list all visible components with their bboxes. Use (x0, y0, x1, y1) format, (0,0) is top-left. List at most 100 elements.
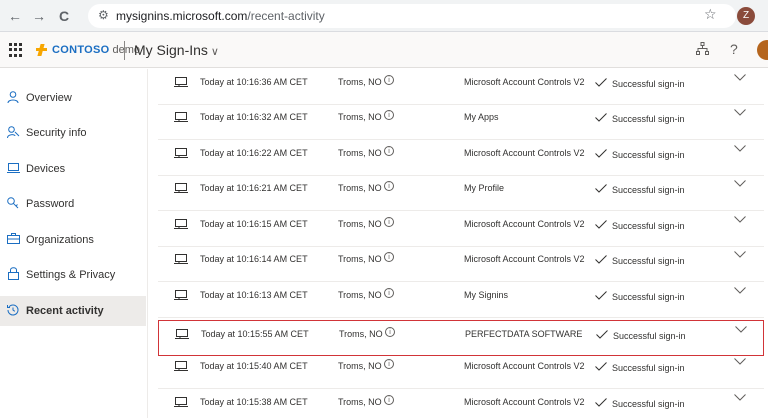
checkmark-icon (595, 184, 607, 193)
activity-app: Microsoft Account Controls V2 (464, 361, 585, 371)
back-button[interactable]: ← (6, 7, 24, 25)
checkmark-icon (595, 291, 607, 300)
recent-activity-list: Today at 10:16:36 AM CET Troms, NO i Micros… (158, 69, 764, 418)
app-title: My Sign-Ins (134, 42, 208, 58)
info-icon[interactable]: i (385, 327, 395, 337)
forward-button[interactable]: → (30, 7, 48, 25)
contoso-logo-mark-icon (36, 43, 48, 57)
expand-chevron-icon[interactable] (734, 393, 746, 401)
activity-location: Troms, NO (338, 254, 382, 264)
activity-app: Microsoft Account Controls V2 (464, 219, 585, 229)
app-header: CONTOSO demo My Sign-Ins ∨ ? (0, 32, 768, 68)
expand-chevron-icon[interactable] (734, 144, 746, 152)
info-icon[interactable]: i (384, 252, 394, 262)
info-icon[interactable]: i (384, 110, 394, 120)
lock-icon (6, 267, 20, 283)
activity-row[interactable]: Today at 10:16:13 AM CET Troms, NO i My Sig… (158, 282, 764, 318)
sidebar-item-recent-activity[interactable]: Recent activity (0, 296, 146, 326)
device-icon (174, 148, 188, 158)
info-icon[interactable]: i (384, 217, 394, 227)
device-icon (174, 183, 188, 193)
expand-chevron-icon[interactable] (734, 357, 746, 365)
browser-toolbar: ← → C ⚙ mysignins.microsoft.com/recent-a… (0, 0, 768, 32)
activity-row[interactable]: Today at 10:16:32 AM CET Troms, NO i My App… (158, 104, 764, 140)
url-text: mysignins.microsoft.com/recent-activity (116, 9, 325, 23)
key-icon (6, 196, 20, 212)
app-title-dropdown[interactable]: My Sign-Ins ∨ (134, 42, 219, 58)
sidebar-item-devices[interactable]: Devices (0, 154, 146, 184)
info-icon[interactable]: i (384, 146, 394, 156)
activity-row[interactable]: Today at 10:15:40 AM CET Troms, NO i Micros… (158, 353, 764, 389)
activity-location: Troms, NO (338, 361, 382, 371)
sidebar-item-settings-privacy[interactable]: Settings & Privacy (0, 260, 146, 290)
activity-result: Successful sign-in (612, 79, 685, 89)
activity-location: Troms, NO (339, 329, 383, 339)
activity-time: Today at 10:15:38 AM CET (200, 397, 308, 407)
header-divider (124, 41, 125, 60)
activity-row[interactable]: Today at 10:15:55 AM CET Troms, NO i PERFEC… (158, 320, 764, 356)
activity-location: Troms, NO (338, 112, 382, 122)
checkmark-icon (595, 398, 607, 407)
activity-result: Successful sign-in (612, 399, 685, 409)
activity-location: Troms, NO (338, 148, 382, 158)
expand-chevron-icon[interactable] (734, 73, 746, 81)
info-icon[interactable]: i (384, 288, 394, 298)
activity-app: Microsoft Account Controls V2 (464, 77, 585, 87)
sidebar-item-overview[interactable]: Overview (0, 83, 146, 113)
activity-row[interactable]: Today at 10:16:14 AM CET Troms, NO i Micros… (158, 246, 764, 282)
expand-chevron-icon[interactable] (734, 215, 746, 223)
info-icon[interactable]: i (384, 395, 394, 405)
activity-result: Successful sign-in (612, 256, 685, 266)
activity-row[interactable]: Today at 10:15:38 AM CET Troms, NO i Micros… (158, 389, 764, 418)
device-icon (174, 254, 188, 264)
info-icon[interactable]: i (384, 181, 394, 191)
reload-button[interactable]: C (55, 7, 73, 25)
sidebar-item-password[interactable]: Password (0, 189, 146, 219)
checkmark-icon (595, 255, 607, 264)
device-icon (174, 290, 188, 300)
sidebar-item-organizations[interactable]: Organizations (0, 225, 146, 255)
activity-app: Microsoft Account Controls V2 (464, 254, 585, 264)
checkmark-icon (595, 78, 607, 87)
checkmark-icon (595, 149, 607, 158)
activity-app: Microsoft Account Controls V2 (464, 397, 585, 407)
device-icon (174, 397, 188, 407)
activity-row[interactable]: Today at 10:16:22 AM CET Troms, NO i Micros… (158, 140, 764, 176)
sidebar-item-security-info[interactable]: Security info (0, 118, 146, 148)
activity-row[interactable]: Today at 10:16:36 AM CET Troms, NO i Micros… (158, 69, 764, 105)
info-icon[interactable]: i (384, 75, 394, 85)
expand-chevron-icon[interactable] (734, 250, 746, 258)
sidebar: Overview Security info Devices Password … (0, 69, 148, 418)
laptop-icon (6, 162, 20, 176)
address-bar[interactable]: ⚙ mysignins.microsoft.com/recent-activit… (88, 4, 736, 28)
activity-app: My Signins (464, 290, 509, 300)
checkmark-icon (595, 220, 607, 229)
person-icon (6, 90, 20, 106)
activity-time: Today at 10:16:32 AM CET (200, 112, 308, 122)
expand-chevron-icon[interactable] (734, 179, 746, 187)
help-icon[interactable]: ? (730, 41, 738, 57)
device-icon (174, 219, 188, 229)
organization-icon[interactable] (696, 42, 709, 58)
site-settings-icon[interactable]: ⚙ (98, 8, 109, 22)
activity-result: Successful sign-in (612, 292, 685, 302)
activity-time: Today at 10:16:22 AM CET (200, 148, 308, 158)
info-icon[interactable]: i (384, 359, 394, 369)
user-avatar[interactable] (757, 40, 768, 60)
activity-result: Successful sign-in (613, 331, 686, 341)
browser-profile-avatar[interactable]: Z (737, 7, 755, 25)
expand-chevron-icon[interactable] (735, 325, 747, 333)
activity-location: Troms, NO (338, 397, 382, 407)
briefcase-icon (6, 233, 20, 247)
activity-time: Today at 10:16:13 AM CET (200, 290, 308, 300)
chevron-down-icon: ∨ (210, 46, 219, 58)
device-icon (174, 361, 188, 371)
expand-chevron-icon[interactable] (734, 108, 746, 116)
app-launcher-icon[interactable] (9, 43, 23, 57)
bookmark-star-icon[interactable]: ☆ (704, 6, 717, 23)
expand-chevron-icon[interactable] (734, 286, 746, 294)
activity-time: Today at 10:15:55 AM CET (201, 329, 309, 339)
activity-row[interactable]: Today at 10:16:15 AM CET Troms, NO i Micros… (158, 211, 764, 247)
activity-result: Successful sign-in (612, 221, 685, 231)
activity-row[interactable]: Today at 10:16:21 AM CET Troms, NO i My Pro… (158, 175, 764, 211)
